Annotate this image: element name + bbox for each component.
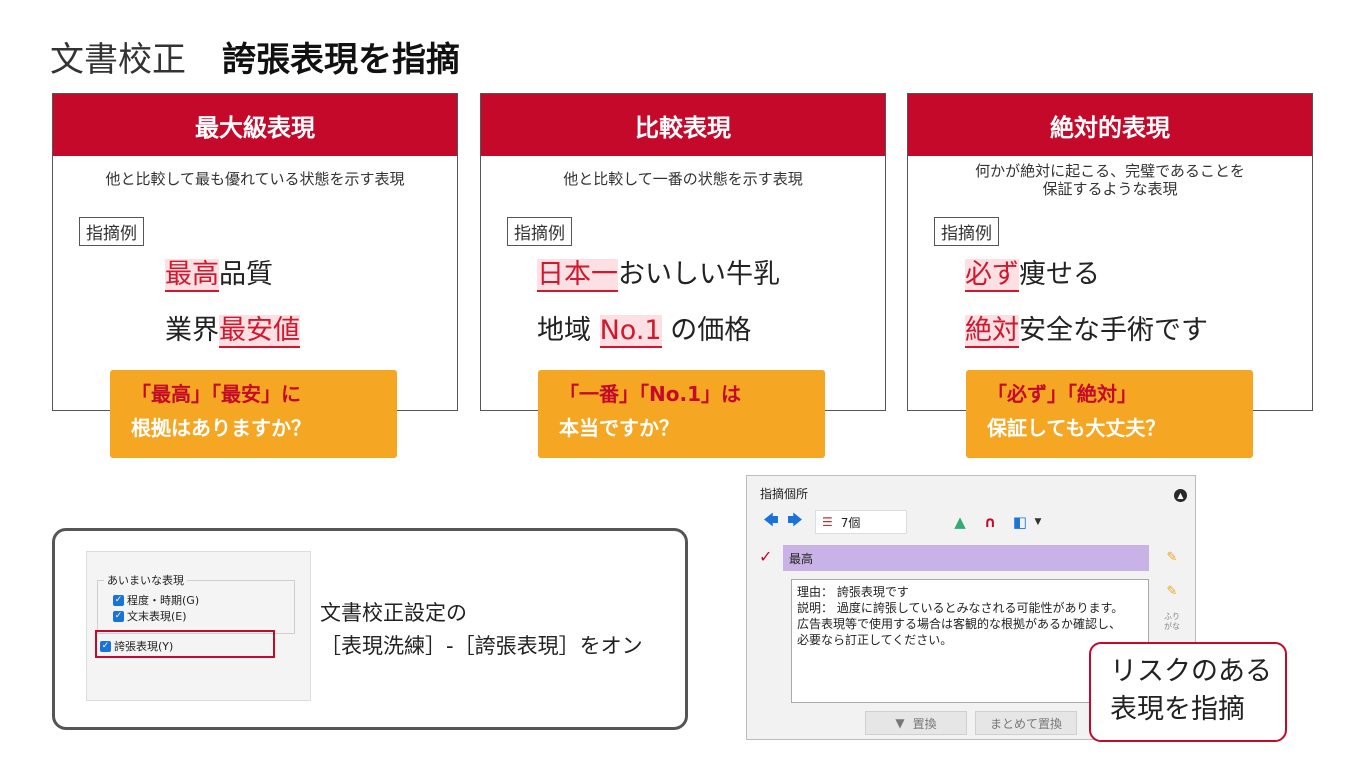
page-title-main: 文書校正 [50, 40, 186, 80]
example-tag: 指摘例 [507, 217, 572, 246]
card-superlative: 最大級表現 他と比較して最も優れている状態を示す表現 指摘例 最高品質 業界最安… [52, 93, 458, 411]
furigana-button[interactable]: ふり がな [1159, 612, 1185, 632]
highlight: No.1 [599, 315, 662, 348]
check-icon: ✓ [759, 547, 773, 566]
example-line: 必ず痩せる [965, 259, 1100, 292]
panel-title: 指摘個所 [760, 487, 809, 501]
card-comparative: 比較表現 他と比較して一番の状態を示す表現 指摘例 日本一おいしい牛乳 地域 N… [480, 93, 886, 411]
option-degree-timing[interactable]: ✓ 程度・時期(G) [113, 592, 199, 608]
checkbox-checked-icon[interactable]: ✓ [113, 610, 124, 622]
question-callout: 「最高」「最安」に 根拠はありますか？ [110, 370, 397, 458]
example-line: 絶対安全な手術です [965, 315, 1208, 348]
settings-icon[interactable]: ◧ [1008, 510, 1032, 534]
example-line: 日本一おいしい牛乳 [537, 259, 780, 292]
question-callout: 「必ず」「絶対」 保証しても大丈夫？ [966, 370, 1253, 458]
next-arrow-icon[interactable]: 🡆 [784, 510, 806, 534]
group-label: あいまいな表現 [104, 572, 187, 588]
example-tag: 指摘例 [79, 217, 144, 246]
highlight: 必ず [965, 259, 1019, 292]
card-title: 最大級表現 [53, 94, 457, 156]
highlight: 最高 [165, 259, 219, 292]
settings-instruction: 文書校正設定の ［表現洗練］-［誇張表現］をオン [320, 601, 643, 658]
down-arrow-icon: ▼ [895, 716, 905, 730]
checkbox-checked-icon[interactable]: ✓ [100, 640, 111, 652]
card-title: 絶対的表現 [908, 94, 1312, 156]
magnet-icon[interactable]: ∩ [978, 510, 1002, 534]
page-title: 文書校正 誇張表現を指摘 [50, 32, 460, 81]
checkbox-checked-icon[interactable]: ✓ [113, 594, 124, 606]
example-tag: 指摘例 [934, 217, 999, 246]
prev-arrow-icon[interactable]: 🡄 [760, 510, 782, 534]
page-subtitle: 誇張表現を指摘 [222, 40, 460, 80]
highlight: 絶対 [965, 315, 1019, 348]
issue-item[interactable]: 最高 [783, 545, 1149, 571]
example-line: 最高品質 [165, 259, 273, 292]
card-description: 他と比較して最も優れている状態を示す表現 [105, 170, 405, 188]
issue-count: ☰ 7個 [815, 510, 907, 534]
replace-button[interactable]: ▼ 置換 [865, 711, 967, 735]
card-description: 何かが絶対に起こる、完璧であることを 保証するような表現 [975, 162, 1245, 198]
example-line: 業界最安値 [165, 315, 300, 348]
question-callout: 「一番」「No.1」は 本当ですか？ [538, 370, 825, 458]
analyze-icon[interactable]: ▲ [948, 510, 972, 534]
option-sentence-ending[interactable]: ✓ 文末表現(E) [113, 608, 187, 624]
card-title: 比較表現 [481, 94, 885, 156]
collapse-icon[interactable]: ▲ [1174, 489, 1187, 502]
list-icon: ☰ [822, 515, 833, 529]
risk-callout: リスクのある 表現を指摘 [1089, 642, 1287, 742]
pencil-icon[interactable]: ✎ [1159, 579, 1185, 603]
settings-dialog: あいまいな表現 ✓ 程度・時期(G) ✓ 文末表現(E) ✓ 誇張表現(Y) [86, 551, 311, 701]
replace-all-button[interactable]: まとめて置換 [975, 711, 1077, 735]
option-exaggeration[interactable]: ✓ 誇張表現(Y) [100, 638, 173, 654]
pencil-icon[interactable]: ✎ [1159, 545, 1185, 569]
dropdown-arrow-icon[interactable]: ▼ [1032, 510, 1044, 534]
example-line: 地域 No.1 の価格 [537, 315, 752, 348]
card-description: 他と比較して一番の状態を示す表現 [563, 170, 803, 188]
card-absolute: 絶対的表現 何かが絶対に起こる、完璧であることを 保証するような表現 指摘例 必… [907, 93, 1313, 411]
settings-box: あいまいな表現 ✓ 程度・時期(G) ✓ 文末表現(E) ✓ 誇張表現(Y) 文書校正… [52, 528, 688, 730]
highlight: 最安値 [219, 315, 300, 348]
highlight: 日本一 [537, 259, 618, 292]
